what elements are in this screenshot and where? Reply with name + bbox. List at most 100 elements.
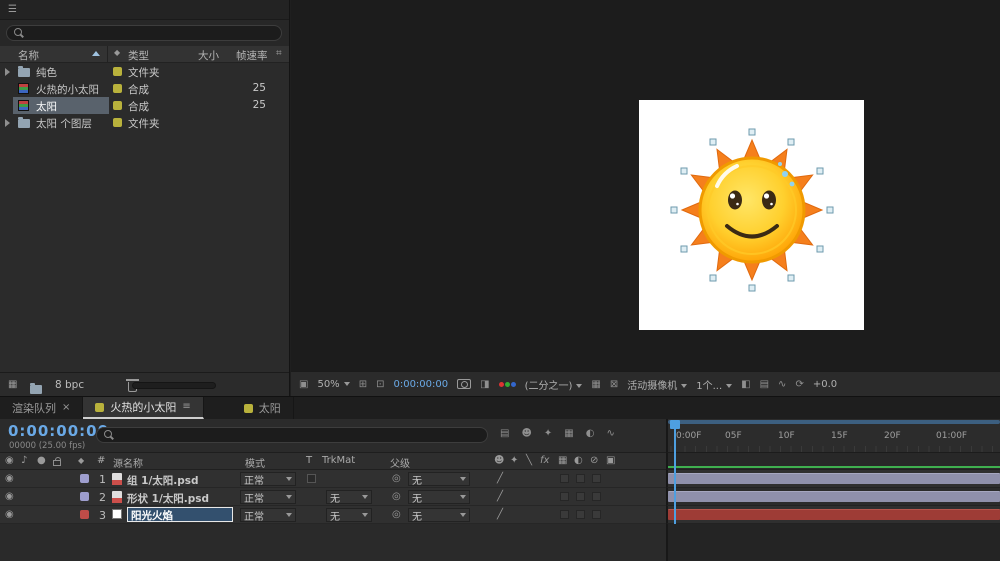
- switch-box[interactable]: [592, 510, 601, 519]
- shy-header-icon[interactable]: ☻: [494, 456, 504, 466]
- reset-exposure-icon[interactable]: ⟳: [795, 379, 803, 390]
- panel-options-icon[interactable]: ⌗: [276, 49, 282, 59]
- project-item-row[interactable]: 太阳 个图层 文件夹: [0, 114, 289, 131]
- project-search-input[interactable]: [6, 25, 282, 41]
- bit-depth-label[interactable]: 8 bpc: [55, 379, 84, 391]
- motion-blur-header-icon[interactable]: ◐: [574, 456, 583, 466]
- parent-pickwhip-icon[interactable]: ◎: [392, 492, 401, 502]
- label-chip[interactable]: [113, 84, 122, 93]
- mode-select[interactable]: 正常: [240, 490, 296, 504]
- panel-scrollbar[interactable]: [132, 382, 216, 389]
- collapse-icon[interactable]: ✦: [544, 428, 552, 439]
- time-navigator[interactable]: [668, 420, 1000, 424]
- parent-select[interactable]: 无: [408, 472, 470, 486]
- resolution-select[interactable]: (二分之一): [525, 377, 583, 392]
- expand-arrow-icon[interactable]: [5, 119, 10, 127]
- layer-row-editing[interactable]: ◉ 3 阳光火焰 正常 无 ◎ 无 ╱: [0, 506, 666, 524]
- frame-blend-icon[interactable]: ▦: [564, 428, 573, 439]
- eye-icon[interactable]: ◉: [5, 510, 14, 520]
- tab-render-queue[interactable]: 渲染队列 ×: [0, 397, 83, 419]
- column-fps[interactable]: 帧速率: [236, 48, 268, 63]
- switch-box[interactable]: [560, 510, 569, 519]
- column-t[interactable]: T: [306, 455, 312, 466]
- layer-row[interactable]: ◉ 1 组 1/太阳.psd 正常 ◎ 无 ╱: [0, 470, 666, 488]
- quality-icon[interactable]: ╱: [497, 474, 503, 484]
- panel-menu-icon[interactable]: ☰: [8, 5, 17, 15]
- camera-select[interactable]: 活动摄像机: [627, 377, 687, 392]
- layer-name[interactable]: 组 1/太阳.psd: [127, 473, 199, 488]
- playhead-line[interactable]: [674, 420, 676, 524]
- expand-arrow-icon[interactable]: [5, 68, 10, 76]
- quality-header-icon[interactable]: ╲: [526, 456, 532, 466]
- layer-name-edit-field[interactable]: 阳光火焰: [127, 507, 233, 522]
- tab-comp-active[interactable]: 火热的小太阳 ≡: [83, 397, 203, 419]
- always-preview-icon[interactable]: ▣: [299, 379, 308, 390]
- current-time-indicator[interactable]: [670, 420, 680, 429]
- eye-icon[interactable]: ◉: [5, 492, 14, 502]
- switch-box[interactable]: [560, 474, 569, 483]
- layer-label-chip[interactable]: [80, 474, 89, 483]
- magnify-icon[interactable]: ⊞: [359, 379, 367, 390]
- shy-icon[interactable]: ☻: [521, 428, 531, 439]
- 3d-header-icon[interactable]: ▣: [606, 456, 615, 466]
- layer-label-chip[interactable]: [80, 510, 89, 519]
- viewer-timecode[interactable]: 0:00:00:00: [393, 379, 448, 390]
- work-area-strip[interactable]: [666, 453, 1000, 470]
- flowchart-icon[interactable]: ▤: [760, 379, 769, 390]
- sort-asc-icon[interactable]: [92, 51, 100, 56]
- work-area-bar[interactable]: [668, 466, 1000, 468]
- tab-comp[interactable]: 太阳: [232, 397, 294, 419]
- switch-box[interactable]: [576, 474, 585, 483]
- trkmat-select[interactable]: 无: [326, 490, 372, 504]
- show-snapshot-icon[interactable]: ◨: [480, 379, 489, 390]
- column-mode[interactable]: 模式: [245, 455, 265, 470]
- layer-row[interactable]: ◉ 2 形状 1/太阳.psd 正常 无 ◎ 无 ╱: [0, 488, 666, 506]
- view-layout-icon[interactable]: ◧: [741, 379, 750, 390]
- parent-pickwhip-icon[interactable]: ◎: [392, 474, 401, 484]
- roi-icon[interactable]: ⊡: [376, 379, 384, 390]
- grid-guides-icon[interactable]: ▦: [591, 379, 600, 390]
- layer-duration-track[interactable]: [666, 488, 1000, 506]
- pixel-aspect-icon[interactable]: ⊠: [610, 379, 618, 390]
- quality-icon[interactable]: ╱: [497, 510, 503, 520]
- column-size[interactable]: 大小: [198, 48, 219, 63]
- switch-box[interactable]: [592, 474, 601, 483]
- column-source-name[interactable]: 源名称: [113, 455, 143, 470]
- trkmat-select[interactable]: 无: [326, 508, 372, 522]
- label-chip[interactable]: [113, 67, 122, 76]
- channels-icon[interactable]: [499, 382, 516, 387]
- column-type[interactable]: 类型: [128, 48, 149, 63]
- timeline-search-input[interactable]: [96, 427, 488, 443]
- eye-icon[interactable]: ◉: [5, 474, 14, 484]
- collapse-header-icon[interactable]: ✦: [510, 456, 518, 466]
- column-parent[interactable]: 父级: [390, 455, 410, 470]
- column-name[interactable]: 名称: [18, 48, 39, 63]
- column-trkmat[interactable]: TrkMat: [322, 455, 355, 466]
- column-number[interactable]: #: [97, 455, 105, 466]
- fx-header-icon[interactable]: fx: [540, 456, 549, 466]
- quality-icon[interactable]: ╱: [497, 492, 503, 502]
- comp-flowchart-icon[interactable]: ▤: [500, 428, 509, 439]
- layer-duration-bar[interactable]: [668, 473, 1000, 484]
- composition-canvas[interactable]: [639, 100, 864, 330]
- layer-duration-track[interactable]: [666, 506, 1000, 524]
- zoom-select[interactable]: 50%: [317, 379, 349, 390]
- current-timecode[interactable]: 0:00:00:00: [8, 422, 109, 440]
- parent-select[interactable]: 无: [408, 490, 470, 504]
- parent-pickwhip-icon[interactable]: ◎: [392, 510, 401, 520]
- graph-editor-icon[interactable]: ∿: [606, 428, 614, 439]
- graph-icon[interactable]: ∿: [778, 379, 786, 390]
- view-count-select[interactable]: 1个...: [696, 377, 732, 392]
- project-item-row[interactable]: 纯色 文件夹: [0, 63, 289, 80]
- switch-box[interactable]: [576, 510, 585, 519]
- exposure-value[interactable]: +0.0: [813, 379, 837, 390]
- parent-select[interactable]: 无: [408, 508, 470, 522]
- new-folder-icon[interactable]: [30, 385, 42, 394]
- close-icon[interactable]: ×: [62, 403, 70, 413]
- project-item-row-selected[interactable]: 太阳 合成 25: [0, 97, 289, 114]
- interpret-footage-icon[interactable]: ▦: [8, 380, 17, 390]
- label-chip[interactable]: [113, 118, 122, 127]
- mode-select[interactable]: 正常: [240, 472, 296, 486]
- snapshot-camera-icon[interactable]: [457, 379, 471, 389]
- layer-duration-bar[interactable]: [668, 509, 1000, 520]
